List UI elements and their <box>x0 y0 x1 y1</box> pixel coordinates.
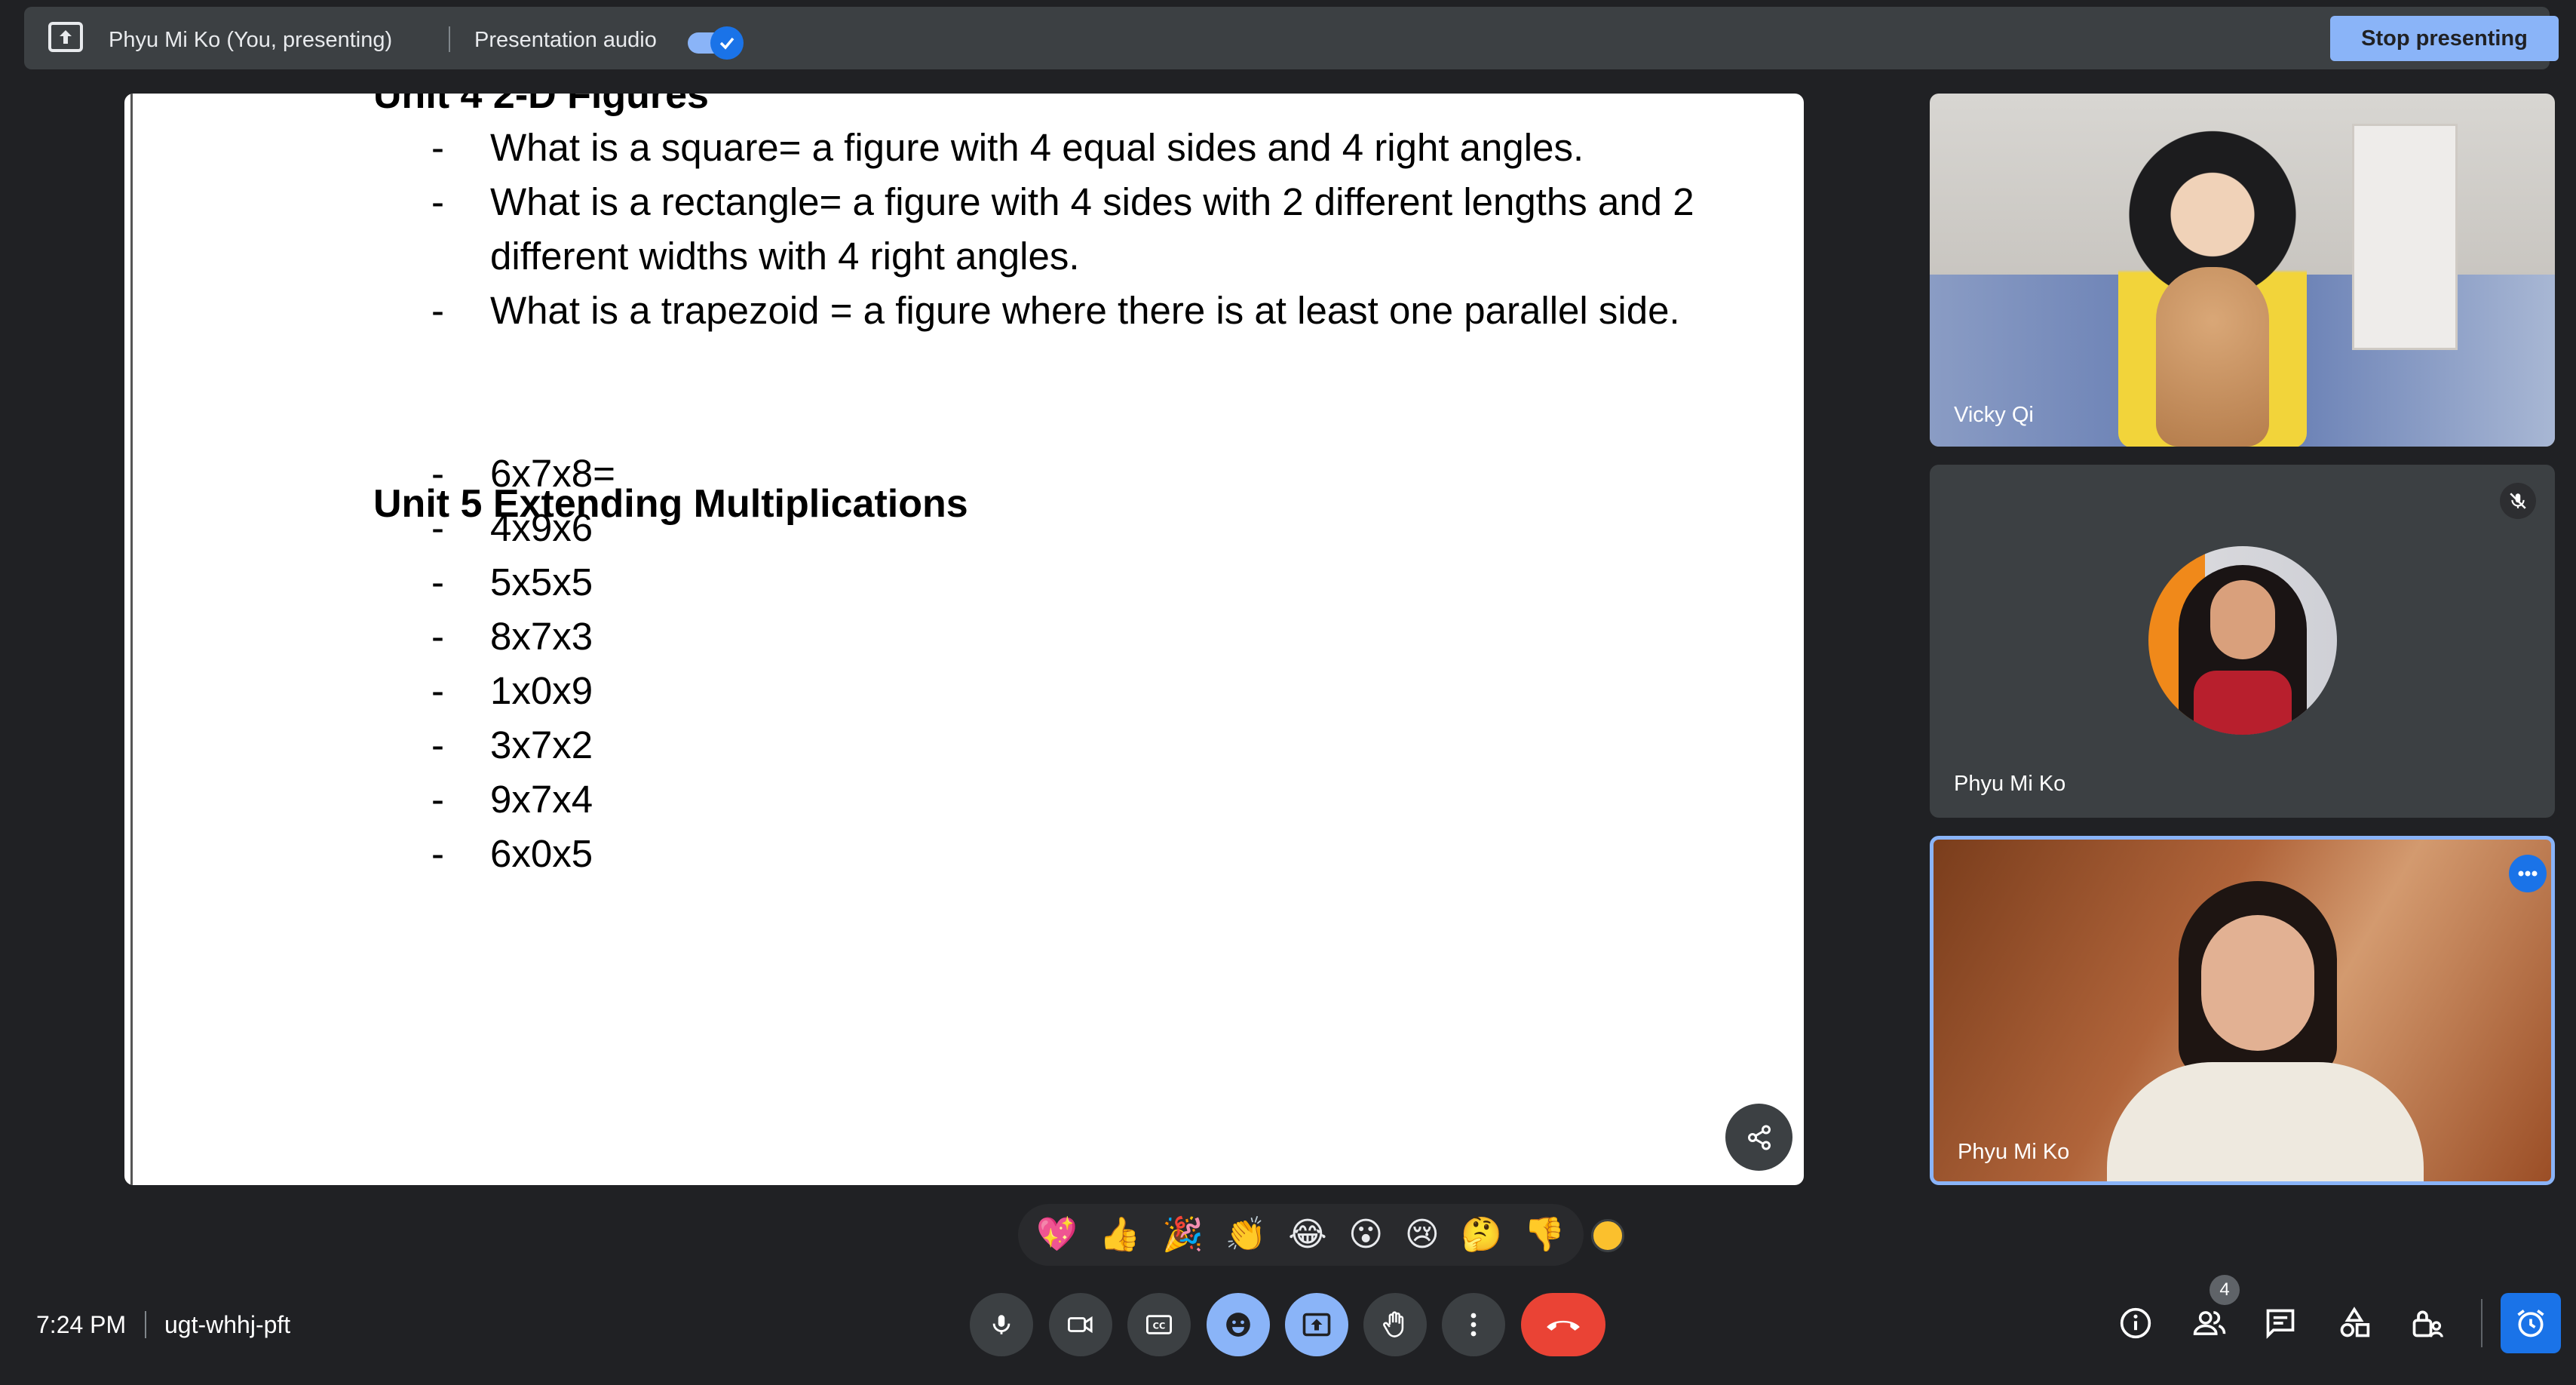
list-item: 9x7x4 <box>490 778 593 821</box>
presentation-audio-toggle[interactable] <box>688 26 744 60</box>
presenter-label: Phyu Mi Ko (You, presenting) <box>109 28 393 52</box>
reaction-surprised[interactable]: 😮 <box>1348 1218 1383 1251</box>
hand-icon <box>1383 1311 1404 1337</box>
stop-presenting-button[interactable]: Stop presenting <box>2330 16 2559 61</box>
participant-tile-vicky[interactable]: Vicky Qi <box>1930 94 2555 447</box>
clock: 7:24 PM <box>36 1311 127 1338</box>
list-item: 8x7x3 <box>490 615 593 658</box>
more-horizontal-icon <box>2518 871 2538 877</box>
people-button[interactable] <box>2185 1299 2234 1347</box>
check-icon <box>710 26 744 60</box>
unit4-heading: Unit 4 2-D Figures <box>373 94 709 117</box>
list-item: 4x9x6 <box>490 506 593 549</box>
bullet-dash: - <box>431 506 444 549</box>
bottom-divider <box>145 1311 146 1338</box>
host-controls-button[interactable] <box>2403 1299 2451 1347</box>
reaction-sparkling-heart[interactable]: 💖 <box>1036 1218 1078 1251</box>
list-item: different widths with 4 right angles. <box>490 235 1080 278</box>
leave-call-button[interactable] <box>1521 1293 1605 1356</box>
bullet-dash: - <box>431 778 444 821</box>
captions-button[interactable]: CC <box>1127 1293 1191 1356</box>
chat-icon <box>2266 1309 2295 1339</box>
participant-name: Phyu Mi Ko <box>1954 772 2066 796</box>
share-icon <box>1747 1125 1771 1150</box>
skin-tone-picker[interactable] <box>1591 1219 1624 1252</box>
smiley-icon <box>1226 1313 1250 1337</box>
participant-tile-phyu-video[interactable]: Phyu Mi Ko <box>1930 836 2555 1185</box>
shapes-icon <box>2340 1307 2370 1337</box>
avatar-shirt <box>2194 671 2292 735</box>
camera-icon <box>1067 1316 1093 1334</box>
info-icon <box>2120 1307 2151 1339</box>
avatar <box>2148 546 2337 735</box>
share-button[interactable] <box>1725 1104 1792 1171</box>
chat-button[interactable] <box>2256 1299 2305 1347</box>
participant-tile-phyu-avatar[interactable]: Phyu Mi Ko <box>1930 465 2555 818</box>
hang-up-icon <box>1547 1320 1580 1331</box>
more-options-button[interactable] <box>2509 855 2547 892</box>
bullet-dash: - <box>431 126 444 169</box>
slide-border-line <box>130 94 133 1185</box>
avatar-face <box>2210 580 2275 659</box>
list-item: 6x7x8= <box>490 452 615 495</box>
list-item: What is a square= a figure with 4 equal … <box>490 126 1584 169</box>
reaction-thinking[interactable]: 🤔 <box>1461 1218 1502 1251</box>
lock-person-icon <box>2412 1310 2443 1337</box>
bullet-dash: - <box>431 832 444 875</box>
reaction-party-popper[interactable]: 🎉 <box>1162 1218 1204 1251</box>
unit5-heading: Unit 5 Extending Multiplications <box>373 482 968 526</box>
people-icon <box>2193 1311 2226 1335</box>
list-item: 1x0x9 <box>490 669 593 712</box>
bullet-dash: - <box>431 723 444 766</box>
muted-mic-icon <box>2500 483 2536 519</box>
list-item: 6x0x5 <box>490 832 593 875</box>
topbar-divider <box>449 26 450 52</box>
list-item: What is a rectangle= a figure with 4 sid… <box>490 180 1694 223</box>
more-vertical-icon <box>1470 1313 1477 1337</box>
reaction-thumbs-down[interactable]: 👎 <box>1524 1218 1566 1251</box>
bullet-dash: - <box>431 289 444 332</box>
microphone-button[interactable] <box>970 1293 1033 1356</box>
video-cat <box>2156 267 2269 447</box>
bullet-dash: - <box>431 615 444 658</box>
list-item: 3x7x2 <box>490 723 593 766</box>
more-options-button[interactable] <box>1442 1293 1505 1356</box>
meeting-details-button[interactable] <box>2111 1299 2160 1347</box>
reaction-sad[interactable]: 😢 <box>1405 1218 1440 1251</box>
raise-hand-button[interactable] <box>1363 1293 1427 1356</box>
reaction-clapping[interactable]: 👏 <box>1225 1218 1267 1251</box>
video-door <box>2352 124 2458 350</box>
activities-button[interactable] <box>2330 1299 2378 1347</box>
alarm-clock-icon <box>2517 1310 2544 1337</box>
video-shirt <box>2107 1062 2424 1181</box>
bullet-dash: - <box>431 560 444 603</box>
list-item: What is a trapezoid = a figure where the… <box>490 289 1680 332</box>
closed-captions-icon: CC <box>1146 1315 1172 1334</box>
reactions-button[interactable] <box>1207 1293 1270 1356</box>
participant-name: Vicky Qi <box>1954 403 2034 427</box>
presenting-bar: Phyu Mi Ko (You, presenting) Presentatio… <box>24 7 2559 69</box>
list-item: 5x5x5 <box>490 560 593 603</box>
reaction-thumbs-up[interactable]: 👍 <box>1099 1218 1141 1251</box>
svg-text:CC: CC <box>1153 1321 1166 1331</box>
participant-name: Phyu Mi Ko <box>1958 1140 2070 1164</box>
video-person <box>2107 881 2424 1181</box>
microphone-icon <box>992 1315 1010 1334</box>
present-now-button[interactable] <box>1285 1293 1348 1356</box>
bottom-right-divider <box>2481 1299 2482 1347</box>
meeting-code: ugt-whhj-pft <box>164 1311 291 1338</box>
camera-button[interactable] <box>1049 1293 1112 1356</box>
present-screen-icon <box>1302 1313 1331 1337</box>
bullet-dash: - <box>431 180 444 223</box>
present-screen-icon <box>48 22 83 52</box>
bullet-dash: - <box>431 669 444 712</box>
reactions-bar: 💖 👍 🎉 👏 😂 😮 😢 🤔 👎 <box>1018 1204 1584 1266</box>
reaction-laughing[interactable]: 😂 <box>1288 1218 1326 1251</box>
bullet-dash: - <box>431 452 444 495</box>
presentation-slide: Unit 4 2-D Figures - What is a square= a… <box>124 94 1804 1185</box>
video-face <box>2201 915 2314 1051</box>
timer-button[interactable] <box>2501 1293 2561 1353</box>
presentation-audio-label: Presentation audio <box>474 28 657 52</box>
